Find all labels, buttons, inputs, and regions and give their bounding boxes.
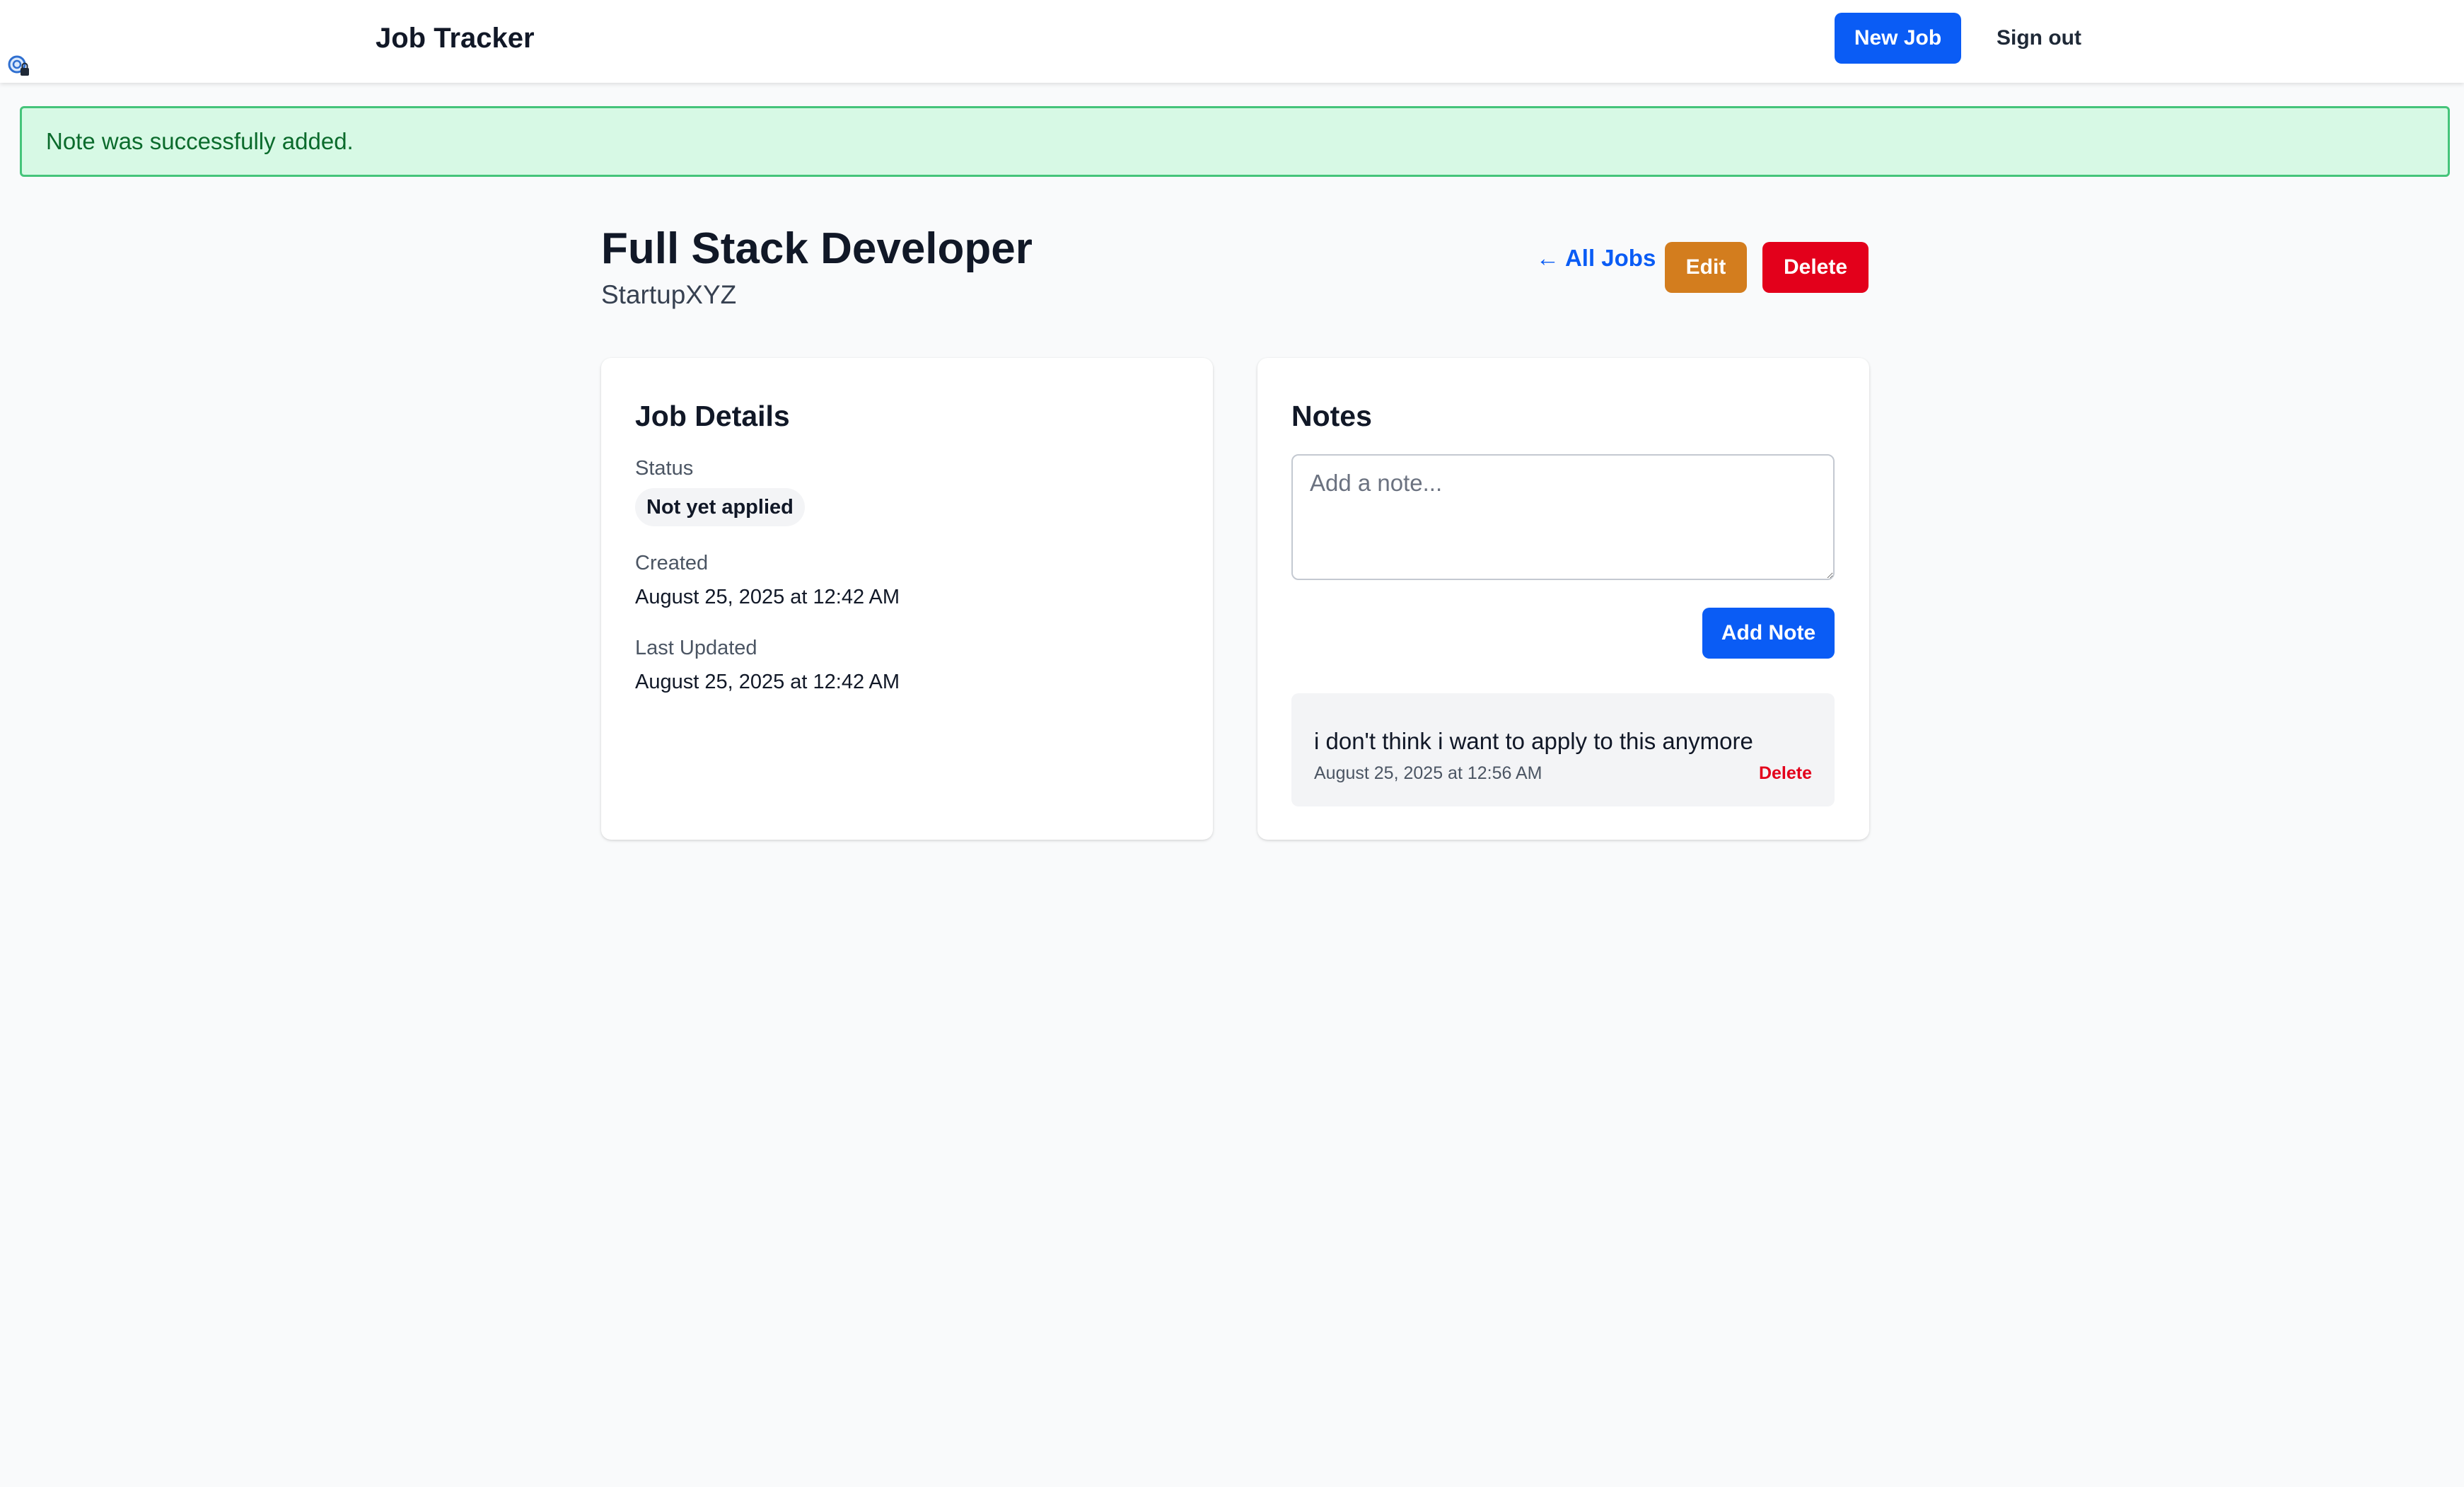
note-text: i don't think i want to apply to this an… — [1314, 728, 1753, 754]
delete-note-button[interactable]: Delete — [1759, 761, 1812, 785]
note-item: i don't think i want to apply to this an… — [1291, 693, 1835, 806]
updated-value: August 25, 2025 at 12:42 AM — [635, 671, 900, 693]
flash-message: Note was successfully added. — [46, 128, 354, 154]
edit-button[interactable]: Edit — [1665, 242, 1747, 293]
note-date: August 25, 2025 at 12:56 AM — [1314, 763, 1542, 783]
notes-heading: Notes — [1291, 400, 1372, 432]
sign-out-button[interactable]: Sign out — [1986, 13, 2092, 64]
updated-label: Last Updated — [635, 637, 757, 659]
created-value: August 25, 2025 at 12:42 AM — [635, 586, 900, 608]
flash-notice: Note was successfully added. — [20, 106, 2450, 177]
new-job-button[interactable]: New Job — [1835, 13, 1961, 64]
top-navbar: Job Tracker New Job Sign out — [0, 0, 2464, 83]
status-badge: Not yet applied — [635, 488, 805, 526]
add-note-button[interactable]: Add Note — [1702, 608, 1835, 659]
note-input[interactable] — [1291, 454, 1835, 580]
notes-card: Notes Add Note i don't think i want to a… — [1257, 358, 1869, 840]
status-label: Status — [635, 457, 694, 480]
job-details-card: Job Details Status Not yet applied Creat… — [601, 358, 1213, 840]
created-label: Created — [635, 552, 709, 574]
company-name: StartupXYZ — [601, 280, 737, 309]
all-jobs-link[interactable]: ← All Jobs — [1536, 241, 1656, 276]
lock-badge-icon[interactable] — [7, 54, 31, 79]
job-details-heading: Job Details — [635, 400, 790, 432]
job-title: Full Stack Developer — [601, 224, 1033, 273]
delete-job-button[interactable]: Delete — [1762, 242, 1869, 293]
brand-title[interactable]: Job Tracker — [376, 18, 535, 58]
